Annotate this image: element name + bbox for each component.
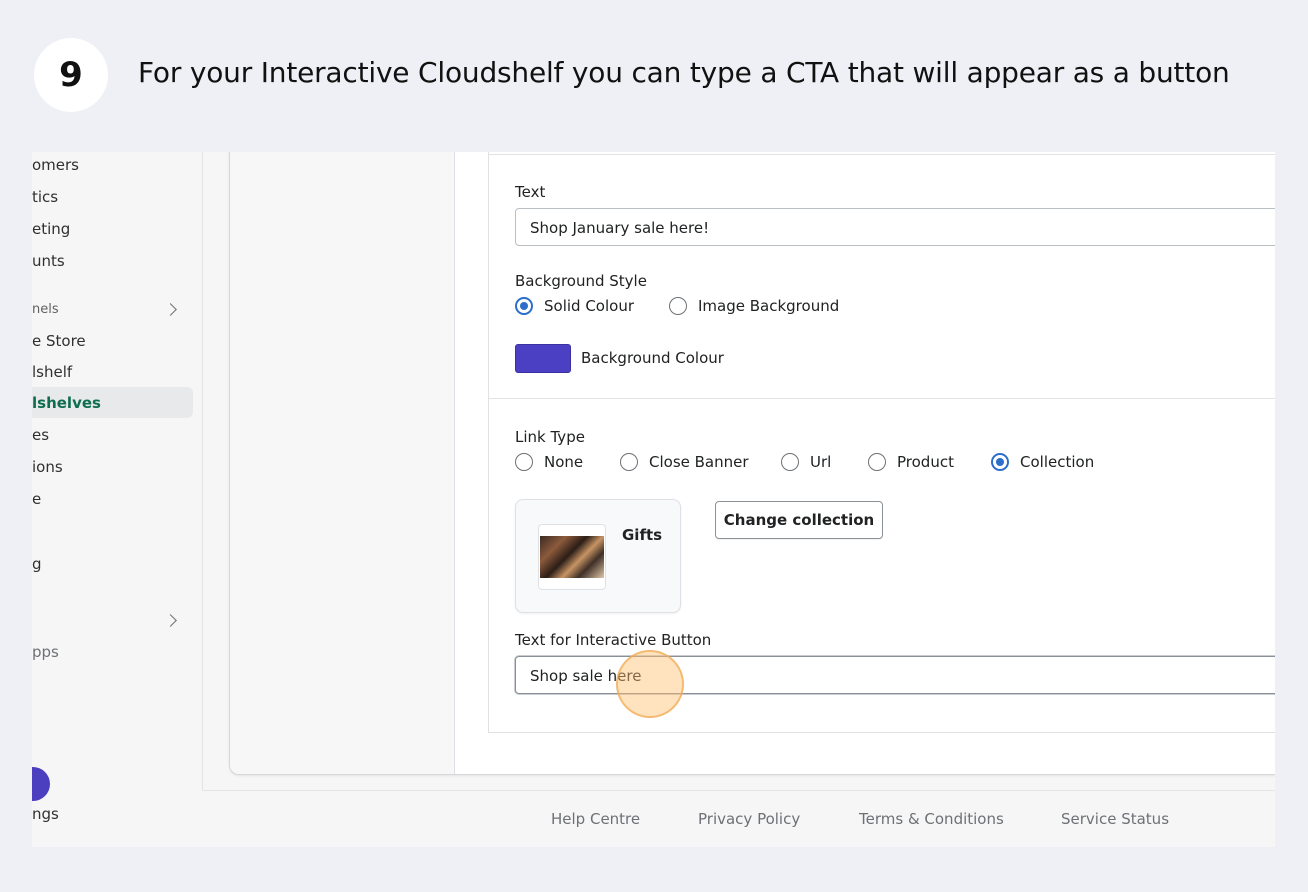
radio-unchecked-icon <box>868 453 886 471</box>
collection-image <box>540 536 604 578</box>
radio-unchecked-icon <box>515 453 533 471</box>
link-type-label: Link Type <box>515 428 585 446</box>
sidebar-item-customers[interactable]: omers <box>32 156 79 174</box>
radio-checked-icon <box>991 453 1009 471</box>
app-screenshot: omers tics eting unts nels e Store lshel… <box>32 152 1275 847</box>
background-style-label: Background Style <box>515 272 647 290</box>
chevron-right-icon[interactable] <box>164 303 177 316</box>
sidebar-item-cloudshelf[interactable]: lshelf <box>32 363 72 381</box>
background-colour-label: Background Colour <box>581 349 724 367</box>
divider <box>489 398 1275 399</box>
sidebar-item-settings[interactable]: ngs <box>32 805 59 823</box>
chevron-right-icon[interactable] <box>164 614 177 627</box>
sidebar-item-marketing[interactable]: eting <box>32 220 70 238</box>
radio-label: Product <box>897 453 954 471</box>
change-collection-button[interactable]: Change collection <box>715 501 883 539</box>
settings-card: Text Shop January sale here! Background … <box>229 152 1275 775</box>
radio-link-product[interactable]: Product <box>868 453 954 471</box>
settings-left-column <box>230 152 455 774</box>
sidebar-item-online-store[interactable]: e Store <box>32 332 86 350</box>
radio-unchecked-icon <box>620 453 638 471</box>
radio-image-background[interactable]: Image Background <box>669 297 839 315</box>
radio-checked-icon <box>515 297 533 315</box>
radio-label: Solid Colour <box>544 297 634 315</box>
radio-link-collection[interactable]: Collection <box>991 453 1094 471</box>
avatar[interactable] <box>32 767 50 801</box>
radio-label: Url <box>810 453 832 471</box>
sidebar-item-locations[interactable]: ions <box>32 458 63 476</box>
radio-link-url[interactable]: Url <box>781 453 831 471</box>
footer-link-service-status[interactable]: Service Status <box>1061 810 1169 828</box>
step-number-badge: 9 <box>34 38 108 112</box>
collection-title: Gifts <box>622 526 663 544</box>
radio-label: Close Banner <box>649 453 749 471</box>
background-colour-swatch[interactable] <box>515 344 571 373</box>
radio-label: None <box>544 453 584 471</box>
step-instruction: For your Interactive Cloudshelf you can … <box>138 56 1230 89</box>
sidebar-item-other[interactable]: g <box>32 555 42 573</box>
button-text-label: Text for Interactive Button <box>515 631 712 649</box>
banner-settings-panel: Text Shop January sale here! Background … <box>488 152 1275 733</box>
sidebar-item-cloudshelves[interactable]: lshelves <box>32 394 101 412</box>
radio-label: Collection <box>1020 453 1095 471</box>
footer-link-privacy-policy[interactable]: Privacy Policy <box>698 810 800 828</box>
sidebar: omers tics eting unts nels e Store lshel… <box>32 152 203 847</box>
footer-link-help-centre[interactable]: Help Centre <box>551 810 640 828</box>
sidebar-item-store[interactable]: e <box>32 490 41 508</box>
sidebar-item-apps[interactable]: pps <box>32 643 59 661</box>
footer-link-terms[interactable]: Terms & Conditions <box>859 810 1004 828</box>
sidebar-item-analytics[interactable]: tics <box>32 188 58 206</box>
radio-unchecked-icon <box>781 453 799 471</box>
radio-link-none[interactable]: None <box>515 453 583 471</box>
footer: Help Centre Privacy Policy Terms & Condi… <box>202 790 1275 847</box>
sidebar-item-themes[interactable]: es <box>32 426 49 444</box>
collection-thumbnail <box>538 524 606 590</box>
click-indicator <box>616 650 684 718</box>
sidebar-item-discounts[interactable]: unts <box>32 252 65 270</box>
selected-collection-card[interactable]: Gifts <box>515 499 681 613</box>
radio-solid-colour[interactable]: Solid Colour <box>515 297 634 315</box>
sidebar-section-channels: nels <box>32 302 59 317</box>
radio-label: Image Background <box>698 297 840 315</box>
radio-link-close-banner[interactable]: Close Banner <box>620 453 749 471</box>
radio-unchecked-icon <box>669 297 687 315</box>
divider <box>489 154 1275 155</box>
text-field-label: Text <box>515 183 546 201</box>
banner-text-input[interactable]: Shop January sale here! <box>515 208 1275 246</box>
